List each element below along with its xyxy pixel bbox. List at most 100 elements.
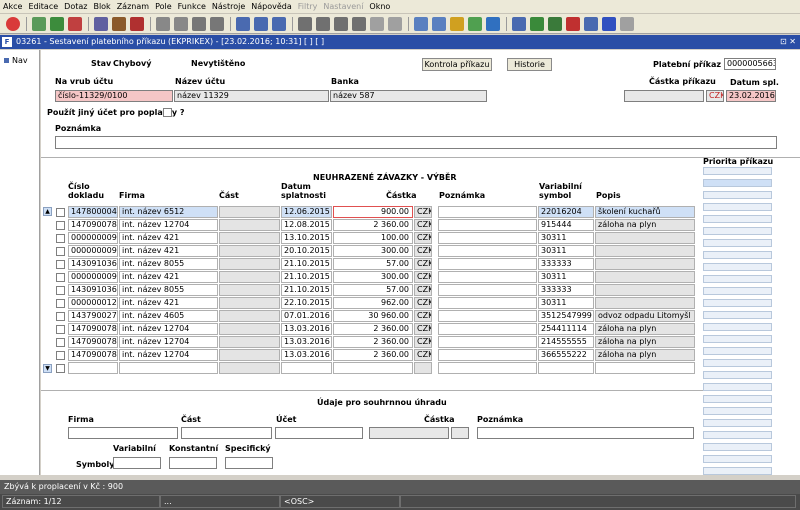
cell-doklad[interactable]: 1470900782	[68, 336, 118, 348]
cell-cast[interactable]	[219, 206, 280, 218]
cell-datum[interactable]: 21.10.2015	[281, 271, 332, 283]
cell-datum[interactable]: 21.10.2015	[281, 284, 332, 296]
execute-query-icon[interactable]	[112, 17, 126, 31]
priorita-cell[interactable]	[703, 407, 772, 415]
priorita-cell[interactable]	[703, 287, 772, 295]
exit-icon[interactable]	[6, 17, 20, 31]
scroll-up-icon[interactable]: ▲	[43, 207, 52, 216]
cell-datum[interactable]: 22.10.2015	[281, 297, 332, 309]
cell-vs[interactable]: 30311	[538, 271, 594, 283]
cell-castka[interactable]: 57.00	[333, 258, 413, 270]
menu-editace[interactable]: Editace	[25, 0, 61, 14]
cell-datum[interactable]: 12.08.2015	[281, 219, 332, 231]
cell-castka[interactable]: 2 360.00	[333, 349, 413, 361]
cell-mena[interactable]: CZK	[414, 336, 432, 348]
cell-doklad[interactable]: 1470900784	[68, 323, 118, 335]
konstantni-field[interactable]	[169, 457, 217, 469]
cell-cast[interactable]	[219, 232, 280, 244]
cell-pozn[interactable]	[438, 349, 537, 361]
cell-firma[interactable]: int. název 421	[119, 271, 218, 283]
priorita-cell[interactable]	[703, 431, 772, 439]
platebni-prikaz-field[interactable]: 0000005663	[724, 58, 776, 70]
cell-vs[interactable]: 254411114	[538, 323, 594, 335]
cell-castka[interactable]: 900.00	[333, 206, 413, 218]
cell-firma[interactable]: int. název 421	[119, 297, 218, 309]
calendar-icon[interactable]	[468, 17, 482, 31]
cell-datum[interactable]: 13.03.2016	[281, 323, 332, 335]
save-icon[interactable]	[32, 17, 46, 31]
cell-pozn[interactable]	[438, 271, 537, 283]
cell-cast[interactable]	[219, 219, 280, 231]
menu-akce[interactable]: Akce	[0, 0, 25, 14]
mail-icon[interactable]	[272, 17, 286, 31]
cell-doklad[interactable]: 0000000121	[68, 297, 118, 309]
cell-castka[interactable]: 300.00	[333, 271, 413, 283]
cell-doklad[interactable]: 0000000096	[68, 271, 118, 283]
kontrola-prikazu-button[interactable]: Kontrola příkazu	[422, 58, 492, 71]
enter-query-icon[interactable]	[94, 17, 108, 31]
cell-popis[interactable]	[595, 297, 695, 309]
menu-filtry[interactable]: Filtry	[295, 0, 321, 14]
row-checkbox[interactable]	[56, 260, 65, 269]
menu-dotaz[interactable]: Dotaz	[61, 0, 90, 14]
cell-vs[interactable]: 22016204	[538, 206, 594, 218]
scroll-down-icon[interactable]: ▼	[43, 364, 52, 373]
priorita-cell[interactable]	[703, 323, 772, 331]
priorita-cell[interactable]	[703, 179, 772, 187]
prev-record-icon[interactable]	[432, 17, 446, 31]
cell-popis[interactable]: záloha na plyn	[595, 323, 695, 335]
refresh-icon[interactable]	[530, 17, 544, 31]
menu-nastaveni[interactable]: Nastavení	[320, 0, 366, 14]
priorita-cell[interactable]	[703, 275, 772, 283]
cell-vs[interactable]: 30311	[538, 232, 594, 244]
cell-mena[interactable]: CZK	[414, 284, 432, 296]
cell-pozn[interactable]	[438, 284, 537, 296]
cell-cast[interactable]	[219, 284, 280, 296]
cell-datum[interactable]: 12.06.2015	[281, 206, 332, 218]
summary-firma-field[interactable]	[68, 427, 178, 439]
cell-popis[interactable]	[595, 258, 695, 270]
priorita-cell[interactable]	[703, 299, 772, 307]
grid-icon[interactable]	[584, 17, 598, 31]
cell-popis[interactable]	[595, 362, 695, 374]
cell-castka[interactable]: 100.00	[333, 232, 413, 244]
cell-datum[interactable]: 21.10.2015	[281, 258, 332, 270]
priorita-cell[interactable]	[703, 311, 772, 319]
priorita-cell[interactable]	[703, 443, 772, 451]
cell-cast[interactable]	[219, 297, 280, 309]
menu-zaznam[interactable]: Záznam	[114, 0, 152, 14]
row-checkbox[interactable]	[56, 364, 65, 373]
export-icon[interactable]	[254, 17, 268, 31]
priorita-cell[interactable]	[703, 455, 772, 463]
triangle-icon[interactable]	[486, 17, 500, 31]
cell-doklad[interactable]: 0000000094	[68, 232, 118, 244]
priorita-cell[interactable]	[703, 239, 772, 247]
cell-vs[interactable]: 333333	[538, 284, 594, 296]
priorita-cell[interactable]	[703, 191, 772, 199]
cell-datum[interactable]: 13.10.2015	[281, 232, 332, 244]
cell-popis[interactable]	[595, 232, 695, 244]
cell-vs[interactable]: 333333	[538, 258, 594, 270]
priorita-cell[interactable]	[703, 347, 772, 355]
cell-pozn[interactable]	[438, 258, 537, 270]
jiny-ucet-checkbox[interactable]	[163, 108, 172, 117]
cell-pozn[interactable]	[438, 362, 537, 374]
row-checkbox[interactable]	[56, 312, 65, 321]
window-icon[interactable]	[512, 17, 526, 31]
priorita-cell[interactable]	[703, 167, 772, 175]
cell-popis[interactable]: školení kuchařů	[595, 206, 695, 218]
cell-datum[interactable]: 07.01.2016	[281, 310, 332, 322]
cell-mena[interactable]: CZK	[414, 271, 432, 283]
cell-firma[interactable]: int. název 12704	[119, 336, 218, 348]
first-record-icon[interactable]	[414, 17, 428, 31]
cell-popis[interactable]	[595, 245, 695, 257]
cell-mena[interactable]: CZK	[414, 349, 432, 361]
menu-napoveda[interactable]: Nápověda	[248, 0, 295, 14]
cut-icon[interactable]	[298, 17, 312, 31]
cell-castka[interactable]: 2 360.00	[333, 336, 413, 348]
cell-castka[interactable]: 962.00	[333, 297, 413, 309]
cell-firma[interactable]: int. název 421	[119, 232, 218, 244]
window-controls[interactable]: ⊡ ✕	[780, 35, 796, 49]
cell-cast[interactable]	[219, 245, 280, 257]
cell-datum[interactable]: 13.03.2016	[281, 336, 332, 348]
